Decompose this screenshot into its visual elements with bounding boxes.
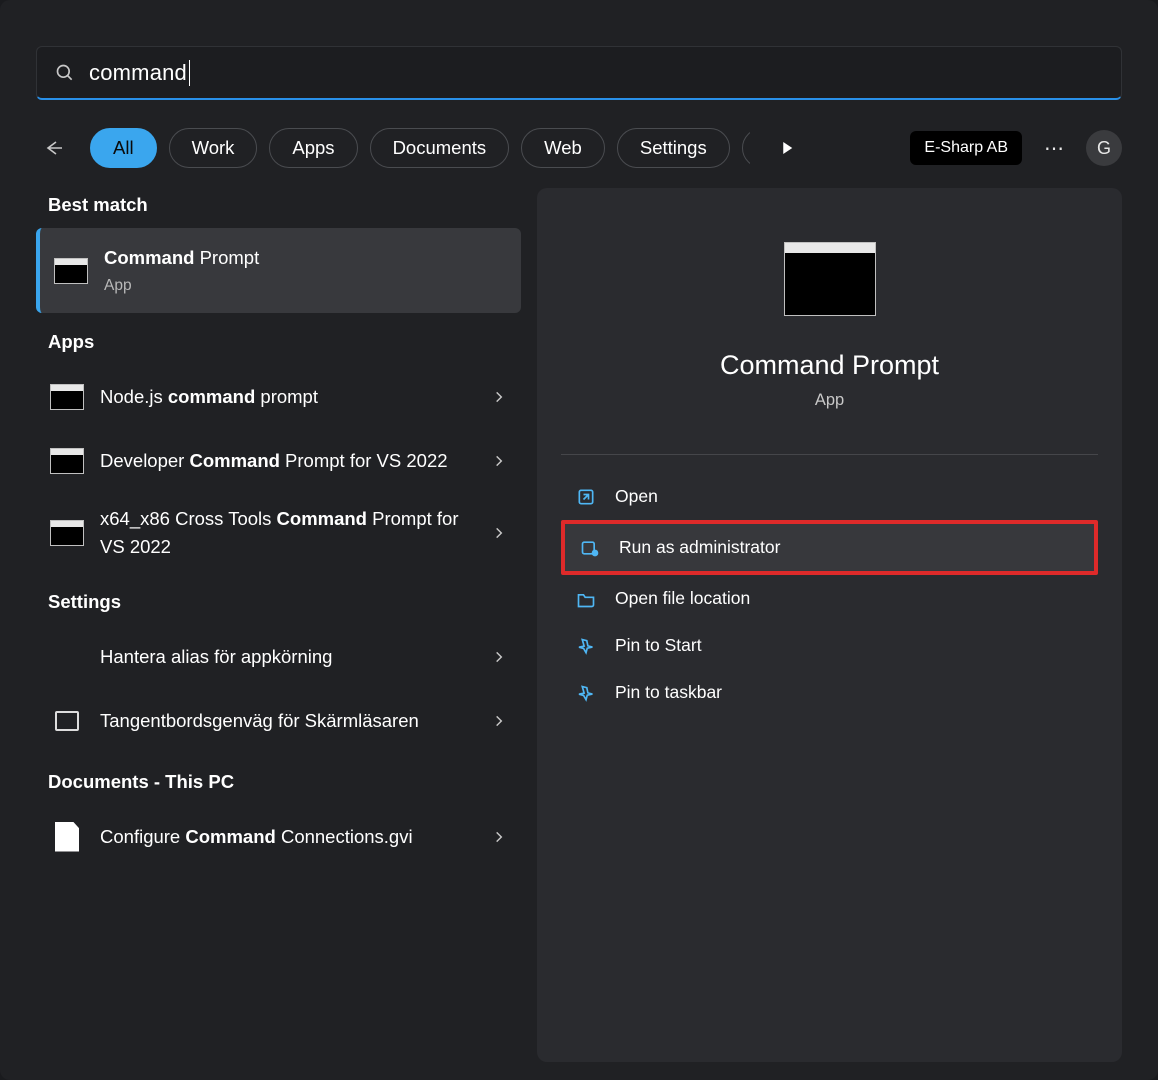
cmd-icon	[54, 257, 88, 285]
action-open-file-location[interactable]: Open file location	[561, 575, 1098, 622]
chevron-right-icon[interactable]	[487, 825, 511, 849]
app-result[interactable]: Node.js command prompt	[36, 365, 521, 429]
filter-tab-people[interactable]: People	[742, 128, 750, 168]
filter-tab-work[interactable]: Work	[169, 128, 258, 168]
filter-tabs: All Work Apps Documents Web Settings People	[90, 128, 750, 168]
search-bar[interactable]: command	[36, 46, 1122, 100]
pin-icon	[575, 683, 597, 703]
cmd-icon	[50, 447, 84, 475]
filter-tab-apps[interactable]: Apps	[269, 128, 357, 168]
filter-tab-documents[interactable]: Documents	[370, 128, 510, 168]
result-label: Hantera alias för appkörning	[100, 643, 487, 671]
action-open[interactable]: Open	[561, 473, 1098, 520]
settings-result[interactable]: Tangentbordsgenväg för Skärmläsaren	[36, 689, 521, 753]
back-button[interactable]	[36, 131, 70, 165]
best-match-label: Command Prompt App	[104, 244, 507, 297]
divider	[561, 454, 1098, 455]
action-pin-to-start[interactable]: Pin to Start	[561, 622, 1098, 669]
filter-tab-all[interactable]: All	[90, 128, 157, 168]
result-label: Developer Command Prompt for VS 2022	[100, 447, 487, 475]
result-label: Configure Command Connections.gvi	[100, 823, 487, 851]
settings-result[interactable]: Hantera alias för appkörning	[36, 625, 521, 689]
action-label: Open	[615, 486, 658, 507]
action-label: Pin to taskbar	[615, 682, 722, 703]
result-label: x64_x86 Cross Tools Command Prompt for V…	[100, 505, 487, 561]
cmd-icon	[50, 519, 84, 547]
app-result[interactable]: Developer Command Prompt for VS 2022	[36, 429, 521, 493]
action-run-as-administrator[interactable]: Run as administrator	[561, 520, 1098, 575]
search-input-value: command	[89, 60, 187, 86]
admin-icon	[579, 538, 601, 558]
filter-tab-web[interactable]: Web	[521, 128, 605, 168]
preview-title: Command Prompt	[720, 350, 939, 381]
section-documents: Documents - This PC	[48, 771, 521, 793]
chevron-right-icon[interactable]	[487, 709, 511, 733]
result-label: Node.js command prompt	[100, 383, 487, 411]
open-icon	[575, 487, 597, 507]
user-avatar[interactable]: G	[1086, 130, 1122, 166]
document-result[interactable]: Configure Command Connections.gvi	[36, 805, 521, 869]
cmd-icon	[50, 383, 84, 411]
chevron-right-icon[interactable]	[487, 385, 511, 409]
search-icon	[55, 63, 75, 83]
filter-tab-settings[interactable]: Settings	[617, 128, 730, 168]
screen-reader-icon	[50, 707, 84, 735]
action-label: Open file location	[615, 588, 750, 609]
chevron-right-icon[interactable]	[487, 521, 511, 545]
more-button[interactable]: ⋯	[1036, 130, 1072, 166]
action-pin-to-taskbar[interactable]: Pin to taskbar	[561, 669, 1098, 716]
org-badge[interactable]: E-Sharp AB	[910, 131, 1022, 165]
chevron-right-icon[interactable]	[487, 449, 511, 473]
text-cursor	[189, 60, 190, 86]
settings-icon	[50, 643, 84, 671]
document-icon	[50, 823, 84, 851]
section-apps: Apps	[48, 331, 521, 353]
folder-icon	[575, 589, 597, 609]
search-input[interactable]: command	[89, 60, 190, 86]
pin-icon	[575, 636, 597, 656]
action-label: Pin to Start	[615, 635, 702, 656]
result-label: Tangentbordsgenväg för Skärmläsaren	[100, 707, 487, 735]
section-best-match: Best match	[48, 194, 521, 216]
action-label: Run as administrator	[619, 537, 780, 558]
chevron-right-icon[interactable]	[487, 645, 511, 669]
preview-app-icon	[784, 242, 876, 316]
filters-scroll-right[interactable]	[770, 131, 804, 165]
section-settings: Settings	[48, 591, 521, 613]
preview-pane: Command Prompt App Open Run as administra…	[537, 188, 1122, 1062]
preview-subtitle: App	[815, 391, 844, 410]
app-result[interactable]: x64_x86 Cross Tools Command Prompt for V…	[36, 493, 521, 573]
best-match-item[interactable]: Command Prompt App	[36, 228, 521, 313]
